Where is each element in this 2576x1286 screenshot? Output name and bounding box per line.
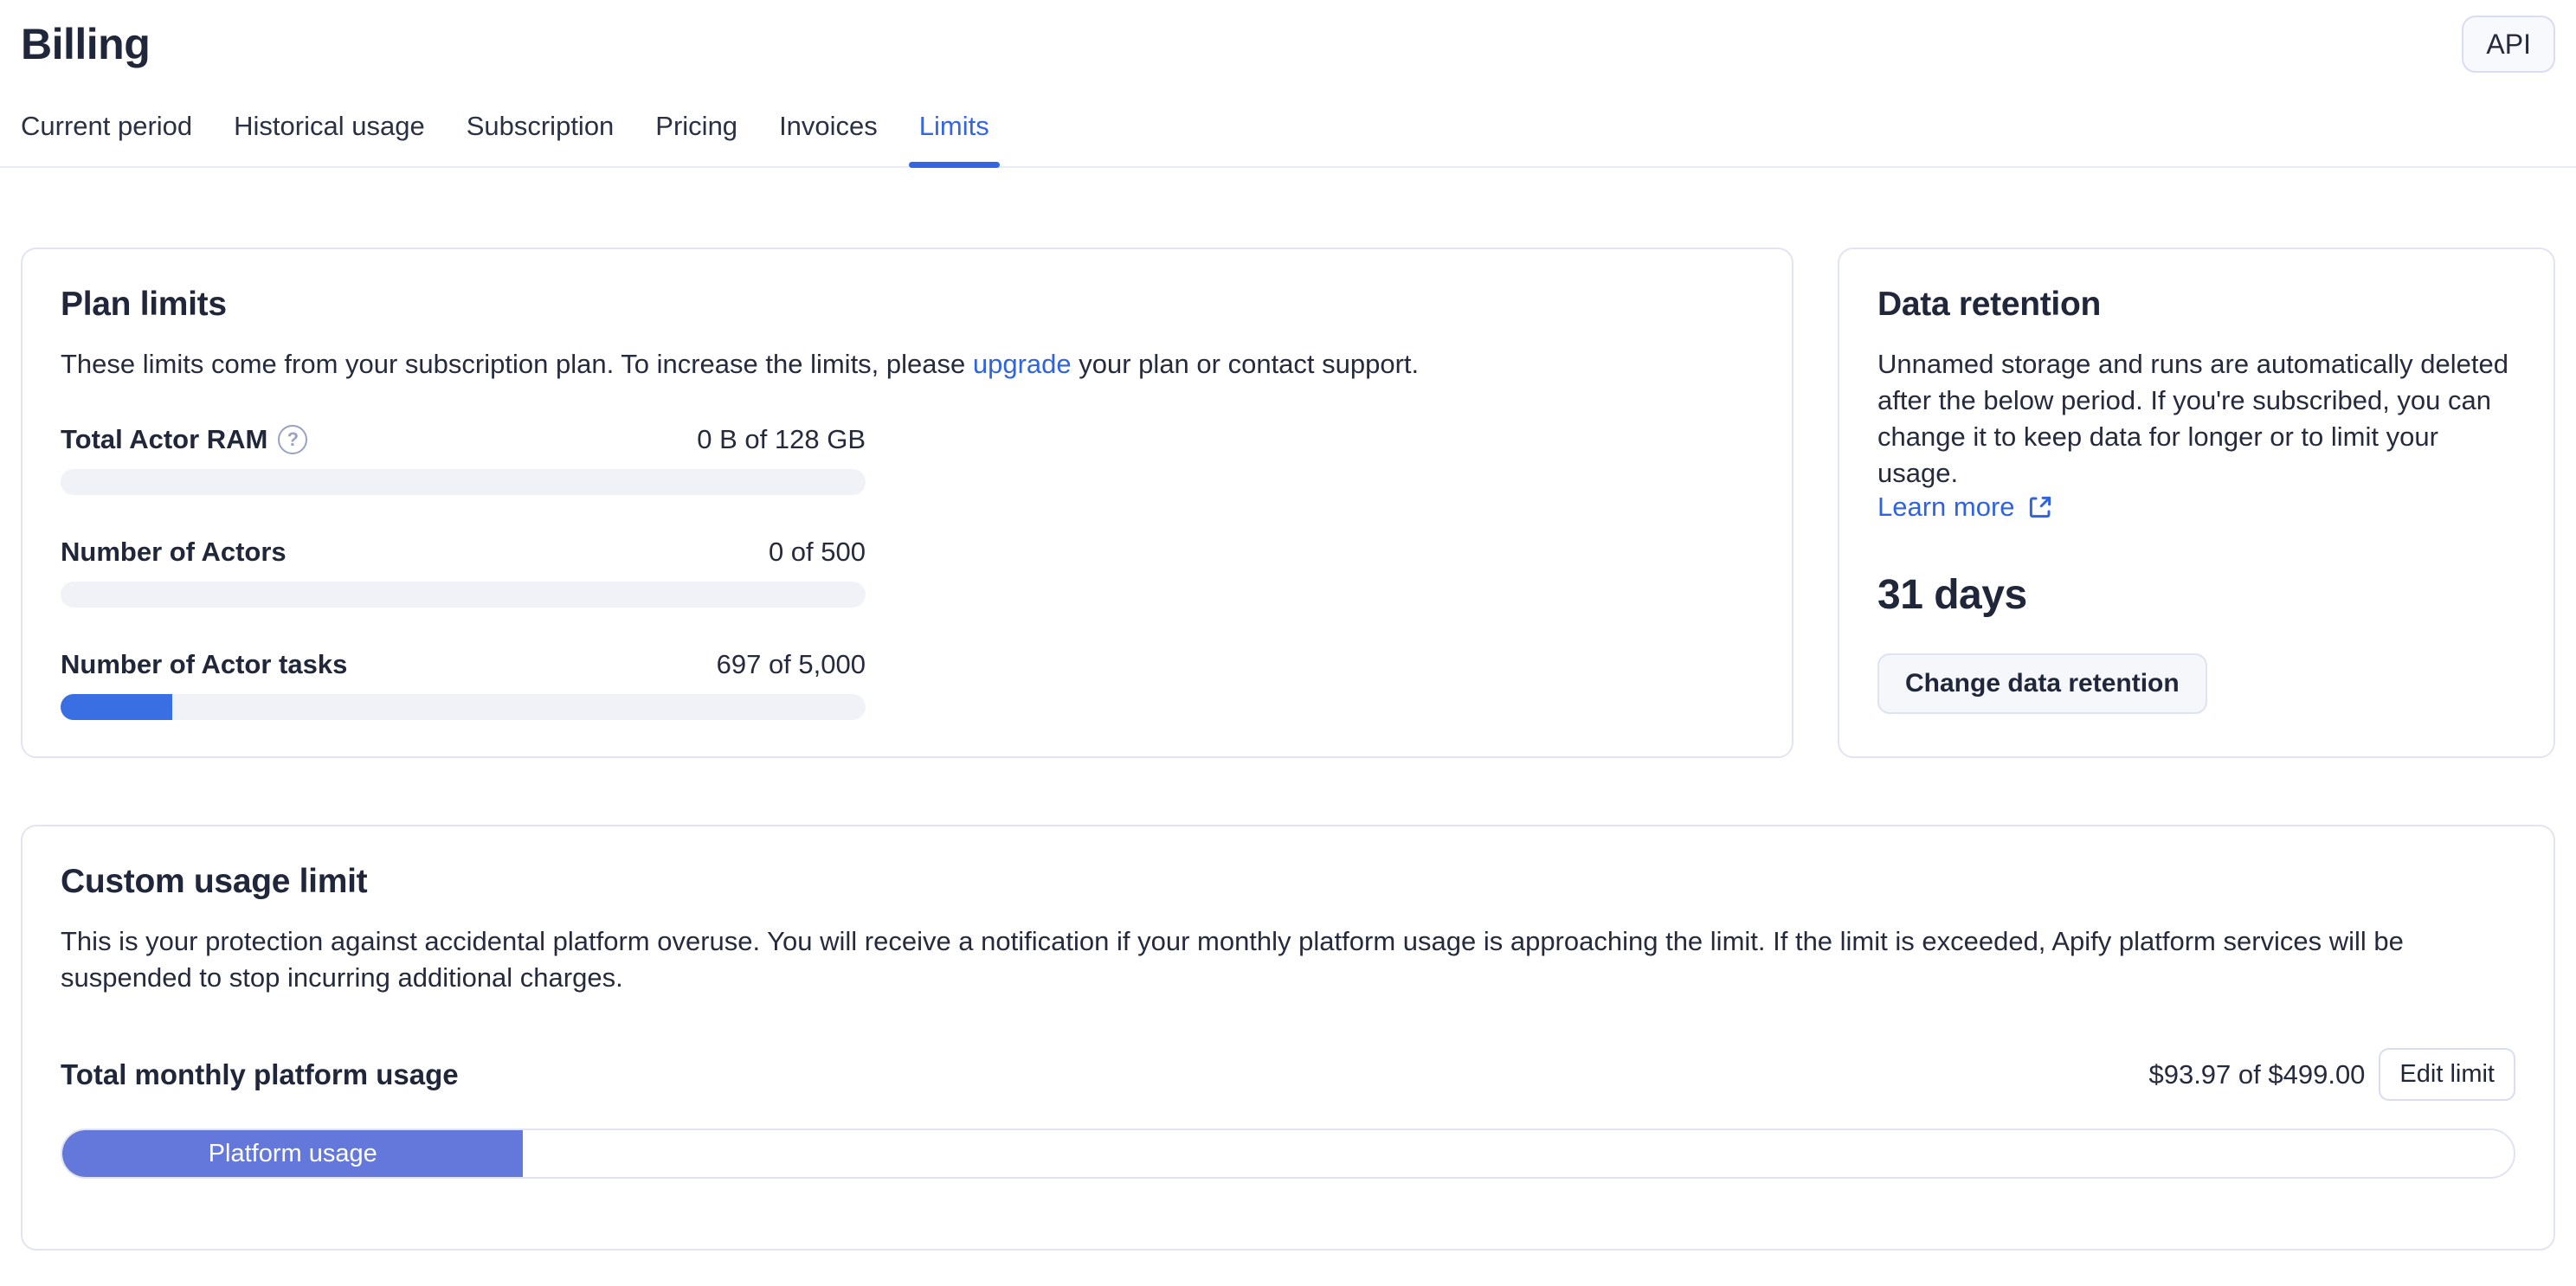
billing-tabbar: Current period Historical usage Subscrip…: [0, 106, 2576, 168]
limit-value-number-of-actors: 0 of 500: [769, 537, 866, 568]
limit-value-total-actor-ram: 0 B of 128 GB: [697, 424, 866, 455]
plan-limits-description-start: These limits come from your subscription…: [61, 349, 973, 379]
limit-row-actor-tasks: Number of Actor tasks 697 of 5,000: [61, 649, 866, 720]
usage-value: $93.97 of $499.00: [2148, 1059, 2365, 1090]
tab-current-period[interactable]: Current period: [21, 106, 192, 166]
limit-label-total-actor-ram: Total Actor RAM: [61, 424, 267, 455]
edit-limit-button[interactable]: Edit limit: [2379, 1048, 2515, 1101]
usage-header-row: Total monthly platform usage $93.97 of $…: [61, 1048, 2515, 1101]
main-content: Plan limits These limits come from your …: [0, 168, 2576, 1251]
page-header: Billing API: [0, 0, 2576, 69]
tab-pricing[interactable]: Pricing: [655, 106, 737, 166]
page-title: Billing: [21, 19, 2555, 69]
change-data-retention-button[interactable]: Change data retention: [1877, 653, 2207, 714]
plan-limits-card: Plan limits These limits come from your …: [21, 248, 1794, 758]
plan-limits-description-end: your plan or contact support.: [1072, 349, 1420, 379]
data-retention-card: Data retention Unnamed storage and runs …: [1838, 248, 2555, 758]
plan-limits-list: Total Actor RAM ? 0 B of 128 GB Number o…: [61, 424, 866, 720]
limit-label-number-of-actors: Number of Actors: [61, 537, 287, 568]
learn-more-label: Learn more: [1877, 492, 2015, 523]
progress-fill: [61, 694, 172, 720]
limit-row-number-of-actors: Number of Actors 0 of 500: [61, 537, 866, 608]
progress-bar-total-actor-ram: [61, 469, 866, 495]
custom-usage-limit-title: Custom usage limit: [61, 863, 2515, 901]
platform-usage-bar: Platform usage: [61, 1128, 2515, 1179]
tab-limits[interactable]: Limits: [919, 106, 989, 166]
help-icon[interactable]: ?: [278, 425, 307, 454]
limit-row-total-actor-ram: Total Actor RAM ? 0 B of 128 GB: [61, 424, 866, 495]
platform-usage-bar-label: Platform usage: [209, 1140, 377, 1168]
tab-historical-usage[interactable]: Historical usage: [234, 106, 425, 166]
external-link-icon: [2027, 494, 2053, 520]
tab-subscription[interactable]: Subscription: [467, 106, 615, 166]
progress-bar-number-of-actors: [61, 582, 866, 608]
retention-period-value: 31 days: [1877, 571, 2515, 619]
plan-limits-description: These limits come from your subscription…: [61, 346, 1754, 383]
custom-usage-limit-description: This is your protection against accident…: [61, 923, 2515, 996]
progress-bar-actor-tasks: [61, 694, 866, 720]
learn-more-link[interactable]: Learn more: [1877, 492, 2053, 523]
data-retention-description: Unnamed storage and runs are automatical…: [1877, 346, 2515, 492]
custom-usage-limit-card: Custom usage limit This is your protecti…: [21, 825, 2555, 1251]
limit-label-actor-tasks: Number of Actor tasks: [61, 649, 347, 680]
platform-usage-fill: Platform usage: [62, 1130, 523, 1177]
api-button[interactable]: API: [2462, 16, 2555, 73]
usage-label: Total monthly platform usage: [61, 1058, 459, 1091]
data-retention-title: Data retention: [1877, 286, 2515, 324]
top-cards-row: Plan limits These limits come from your …: [21, 248, 2555, 758]
tab-invoices[interactable]: Invoices: [779, 106, 878, 166]
limit-value-actor-tasks: 697 of 5,000: [717, 649, 866, 680]
plan-limits-title: Plan limits: [61, 286, 1754, 324]
upgrade-link[interactable]: upgrade: [973, 349, 1072, 379]
